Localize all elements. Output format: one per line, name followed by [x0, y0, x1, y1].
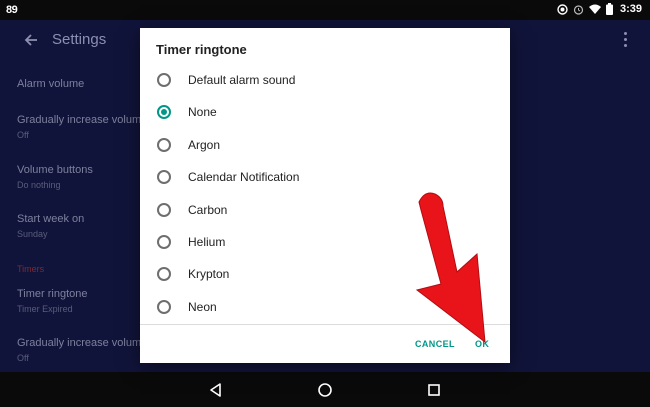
nav-back-icon[interactable] [206, 380, 226, 400]
radio-button[interactable] [157, 138, 171, 152]
ringtone-option[interactable]: Default alarm sound [140, 64, 510, 96]
radio-button[interactable] [157, 300, 171, 314]
back-arrow-icon[interactable] [22, 31, 40, 49]
status-bar: 89 3:39 [0, 0, 650, 20]
setting-subtitle: Off [17, 353, 29, 363]
section-header-timers: Timers [17, 264, 45, 274]
setting-subtitle: Do nothing [17, 180, 61, 190]
ringtone-option-label: Carbon [188, 203, 228, 217]
setting-title: Volume buttons [17, 164, 93, 176]
setting-subtitle: Timer Expired [17, 304, 73, 314]
app-title: Settings [52, 31, 107, 48]
ringtone-option-label: Neon [188, 300, 217, 314]
radio-button[interactable] [157, 235, 171, 249]
setting-gradually-increase-volume[interactable]: Gradually increase volume Off [17, 114, 147, 140]
setting-title: Gradually increase volume [17, 337, 148, 349]
red-arrow-annotation-icon [415, 192, 486, 344]
battery-icon [605, 3, 613, 15]
status-notification-badge: 89 [6, 4, 18, 16]
alarm-status-icon [557, 3, 568, 15]
setting-start-week-on[interactable]: Start week on Sunday [17, 213, 84, 239]
radio-button[interactable] [157, 73, 171, 87]
ringtone-option[interactable]: Argon [140, 129, 510, 161]
ringtone-option-label: None [188, 105, 217, 119]
nav-home-icon[interactable] [315, 380, 335, 400]
setting-timer-ringtone[interactable]: Timer ringtone Timer Expired [17, 288, 88, 314]
overflow-menu-icon[interactable] [624, 32, 628, 48]
radio-button[interactable] [157, 170, 171, 184]
setting-title: Start week on [17, 213, 85, 225]
ringtone-option-label: Helium [188, 235, 226, 249]
radio-button[interactable] [157, 267, 171, 281]
dialog-title: Timer ringtone [156, 42, 247, 57]
setting-subtitle: Off [17, 130, 29, 140]
nav-recents-icon[interactable] [424, 380, 444, 400]
status-icons: 3:39 [557, 3, 642, 15]
ringtone-option-label: Krypton [188, 267, 230, 281]
ringtone-option-label: Calendar Notification [188, 170, 300, 184]
setting-timer-gradually-increase-volume[interactable]: Gradually increase volume Off [17, 337, 147, 363]
radio-button[interactable] [157, 203, 171, 217]
setting-alarm-volume[interactable]: Alarm volume [17, 78, 84, 90]
ringtone-option[interactable]: None [140, 96, 510, 128]
radio-button-selected[interactable] [157, 105, 171, 119]
setting-subtitle: Sunday [17, 229, 48, 239]
navigation-bar [0, 372, 650, 407]
setting-title: Timer ringtone [17, 288, 88, 300]
setting-title: Gradually increase volume [17, 114, 148, 126]
ringtone-option-label: Default alarm sound [188, 73, 296, 87]
setting-volume-buttons[interactable]: Volume buttons Do nothing [17, 164, 93, 190]
ringtone-option-label: Argon [188, 138, 221, 152]
status-time: 3:39 [619, 3, 642, 15]
wifi-icon [588, 4, 601, 15]
setting-title: Alarm volume [17, 78, 85, 90]
alarm-clock-icon [573, 4, 584, 15]
